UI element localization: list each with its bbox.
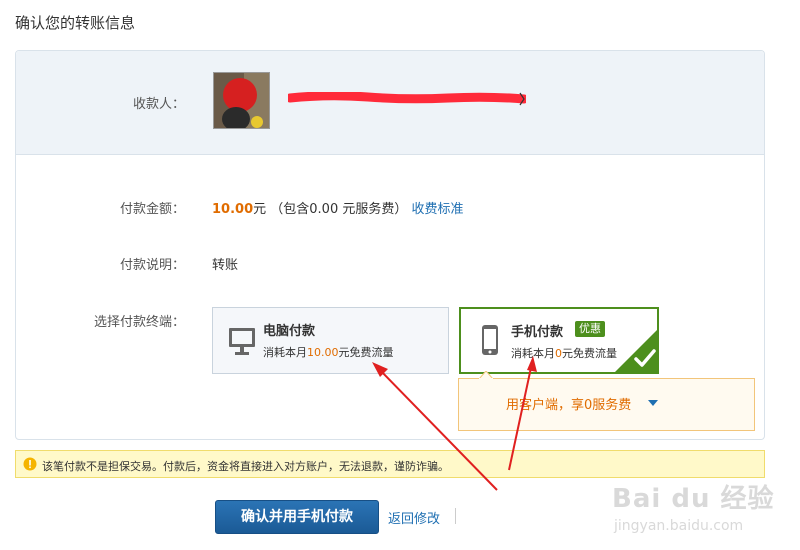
tooltip-text: 用客户端，享0服务费 [506, 398, 632, 413]
avatar [213, 72, 270, 129]
pay-option-desktop[interactable]: 电脑付款 消耗本月10.00元免费流量 [212, 307, 449, 374]
warning-text: 该笔付款不是担保交易。付款后，资金将直接进入对方账户，无法退款，谨防诈骗。 [42, 460, 449, 473]
watermark-url: jingyan.baidu.com [614, 518, 744, 534]
amount-label: 付款金额： [119, 202, 185, 217]
note-value: 转账 [212, 258, 239, 273]
warning-bar: 该笔付款不是担保交易。付款后，资金将直接进入对方账户，无法退款，谨防诈骗。 [15, 450, 765, 478]
service-fee-note: （包含0.00 元服务费） [270, 202, 408, 217]
pay-option-desktop-title: 电脑付款 [263, 324, 316, 339]
warning-icon [23, 457, 37, 471]
pay-option-desktop-desc: 消耗本月10.00元免费流量 [263, 346, 394, 359]
fee-standard-link[interactable]: 收费标准 [412, 202, 464, 217]
page-title: 确认您的转账信息 [15, 14, 136, 32]
note-label: 付款说明： [119, 258, 185, 273]
payee-name-redacted [285, 91, 529, 106]
amount-value: 10.00 [212, 202, 254, 217]
discount-badge: 优惠 [575, 321, 605, 337]
amount-unit: 元 [253, 202, 267, 217]
amount-line: 10.00元 （包含0.00 元服务费） 收费标准 [212, 198, 464, 217]
terminal-label: 选择付款终端： [93, 315, 185, 330]
desktop-icon [229, 328, 255, 355]
baidu-jingyan-watermark: Bai du 经验 jingyan.baidu.com [612, 478, 782, 542]
pay-option-mobile-title: 手机付款 [511, 325, 564, 340]
mobile-icon [482, 325, 498, 355]
pay-option-mobile-desc: 消耗本月0元免费流量 [511, 347, 617, 360]
check-icon [614, 329, 658, 373]
service-fee-tooltip: 用客户端，享0服务费 [458, 371, 755, 431]
pay-option-mobile[interactable]: 手机付款 优惠 消耗本月0元免费流量 [459, 307, 659, 374]
payee-label: 收款人： [132, 97, 185, 112]
watermark-brand: Bai du 经验 [612, 484, 775, 514]
back-separator [455, 508, 456, 524]
caret-down-icon[interactable] [648, 400, 658, 406]
back-edit-link[interactable]: 返回修改 [388, 508, 440, 527]
confirm-mobile-pay-button[interactable]: 确认并用手机付款 [215, 500, 379, 534]
